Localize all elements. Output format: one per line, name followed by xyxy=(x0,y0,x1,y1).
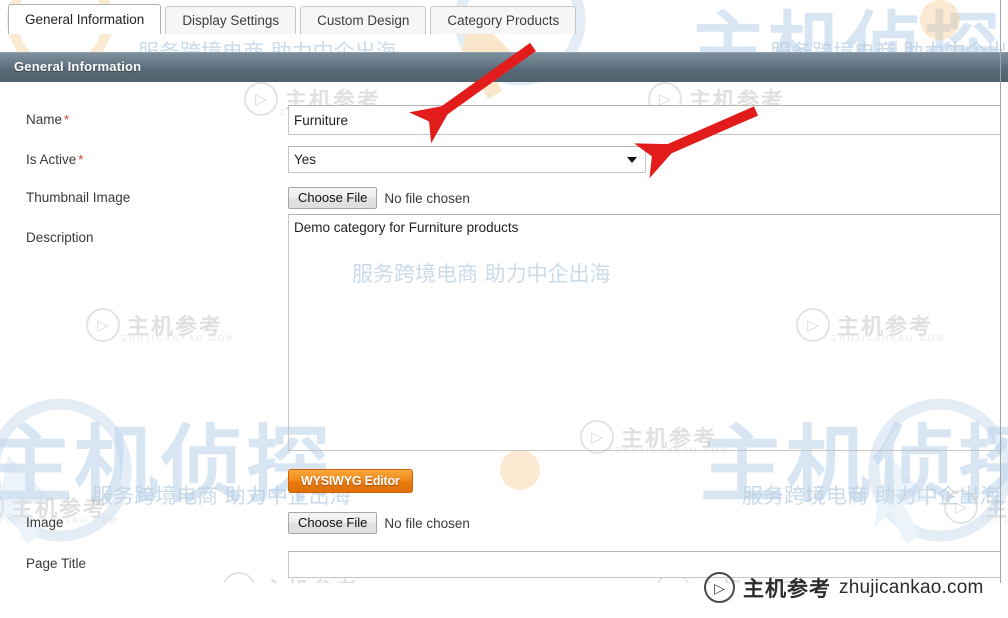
required-marker: * xyxy=(78,152,84,167)
label-is-active: Is Active * xyxy=(26,152,83,167)
panel-right-edge xyxy=(1000,0,1001,583)
is-active-selected-value: Yes xyxy=(294,152,317,167)
description-value: Demo category for Furniture products xyxy=(294,220,519,235)
admin-form-panel: General Information Display Settings Cus… xyxy=(0,0,1008,618)
label-page-title: Page Title xyxy=(26,556,87,571)
tab-general-information[interactable]: General Information xyxy=(8,4,162,34)
is-active-select[interactable]: Yes xyxy=(288,146,646,173)
brand-logo-icon: ▷ xyxy=(704,572,735,603)
label-description: Description xyxy=(26,230,94,245)
brand-domain: zhujicankao.com xyxy=(839,576,984,598)
image-file-picker: Choose File No file chosen xyxy=(288,512,470,534)
thumbnail-file-picker: Choose File No file chosen xyxy=(288,187,470,209)
tab-custom-design[interactable]: Custom Design xyxy=(300,6,427,34)
label-thumbnail-image: Thumbnail Image xyxy=(26,190,131,205)
screenshot-root: 主机侦探 主机侦探 主机侦探 服务跨境电商 助力中企出海 服务跨境电商 助力中企… xyxy=(0,0,1008,618)
tab-bar: General Information Display Settings Cus… xyxy=(0,0,1008,34)
brand-name-cn: 主机参考 xyxy=(743,576,831,601)
required-marker: * xyxy=(64,112,70,127)
label-is-active-text: Is Active xyxy=(26,152,77,167)
label-name-text: Name xyxy=(26,112,63,127)
corner-brand-badge: ▷ 主机参考 zhujicankao.com xyxy=(704,572,984,603)
chevron-down-icon xyxy=(627,156,637,163)
section-title: General Information xyxy=(14,59,142,74)
tab-category-products[interactable]: Category Products xyxy=(430,6,577,34)
thumbnail-choose-file-button[interactable]: Choose File xyxy=(288,187,378,209)
label-image: Image xyxy=(26,515,64,530)
thumbnail-file-status: No file chosen xyxy=(384,190,470,206)
image-file-status: No file chosen xyxy=(384,515,470,531)
label-name: Name * xyxy=(26,112,69,127)
section-header-bar: General Information xyxy=(0,52,1008,82)
image-choose-file-button[interactable]: Choose File xyxy=(288,512,378,534)
name-input[interactable] xyxy=(288,105,1001,135)
tab-display-settings[interactable]: Display Settings xyxy=(165,6,297,34)
wysiwyg-editor-button[interactable]: WYSIWYG Editor xyxy=(288,469,413,493)
description-textarea[interactable] xyxy=(288,214,1001,451)
